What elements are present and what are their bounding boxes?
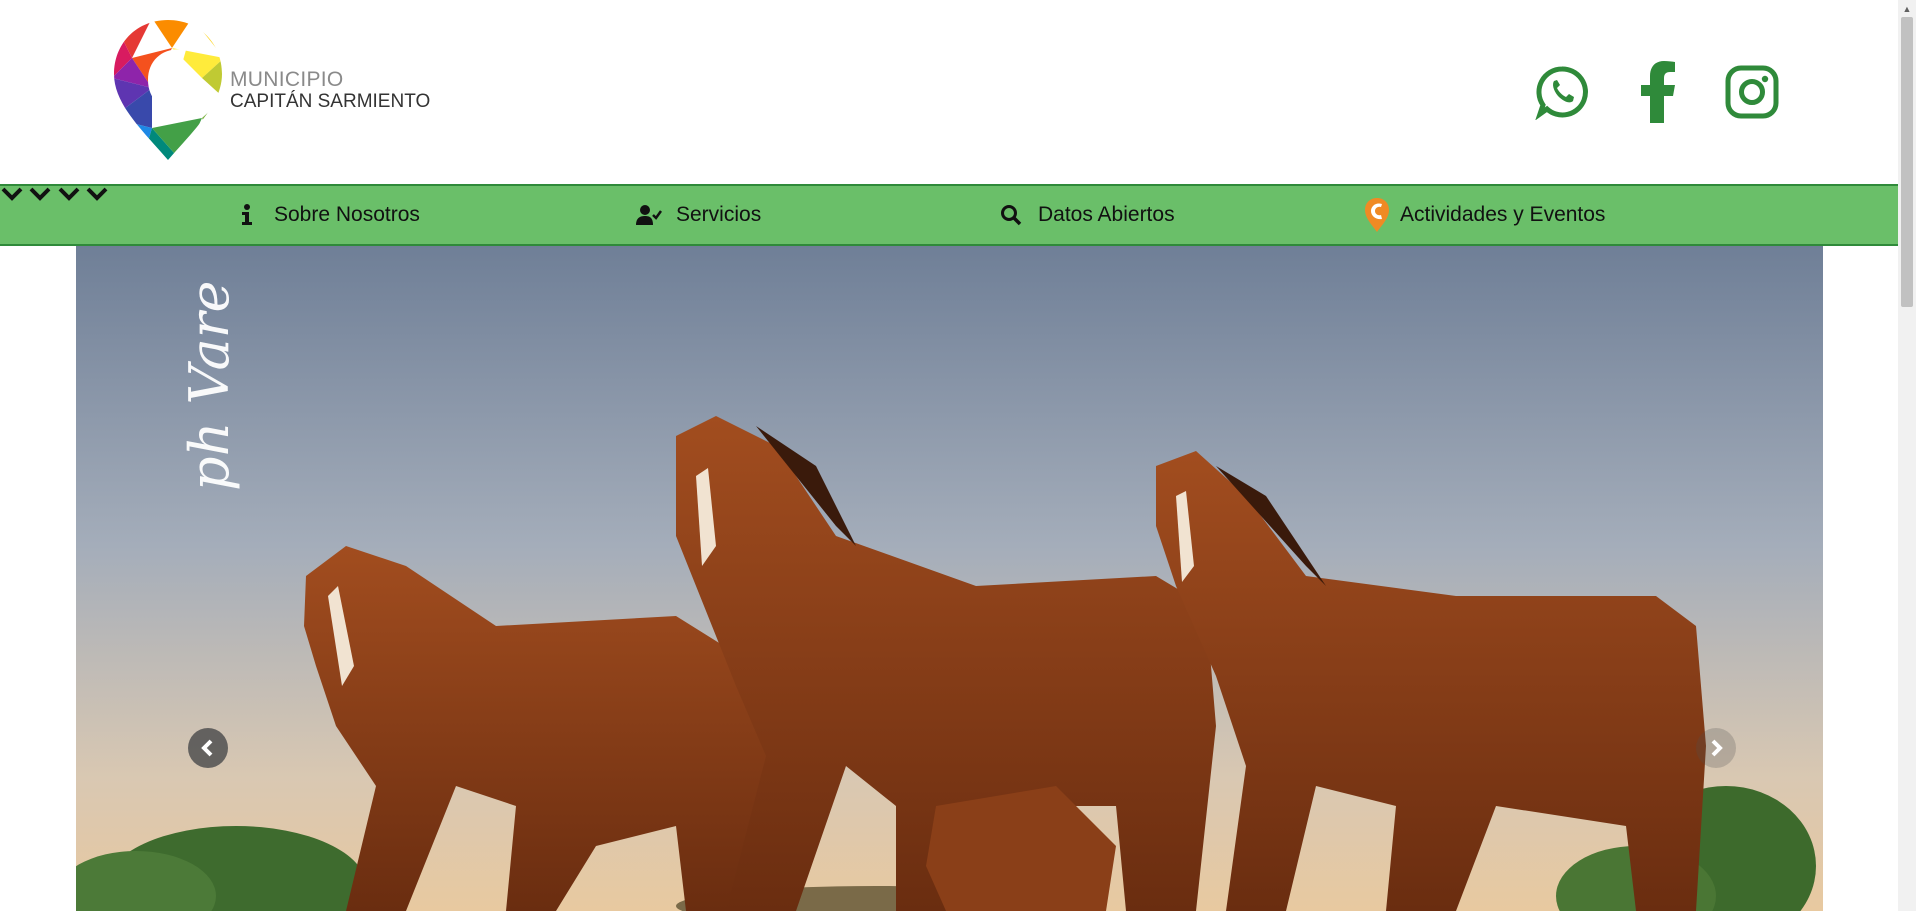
search-icon [998, 202, 1024, 228]
nav-actividades-eventos[interactable]: Actividades y Eventos [1364, 186, 1605, 244]
facebook-link[interactable] [1628, 61, 1688, 123]
nav-servicios[interactable]: Servicios [636, 186, 761, 244]
nav-label: Datos Abiertos [1038, 203, 1175, 226]
logo-mark-icon [1364, 198, 1390, 232]
site-header: MUNICIPIO CAPITÁN SARMIENTO [0, 0, 1898, 184]
instagram-icon [1725, 65, 1779, 119]
main-nav: Sobre Nosotros Servicios Datos Abiertos [0, 184, 1898, 246]
chevron-down-icon[interactable] [85, 187, 109, 206]
logo-mark-icon [114, 20, 222, 160]
whatsapp-icon [1535, 66, 1588, 120]
municipio-logo[interactable] [112, 18, 224, 162]
chevron-right-icon [1711, 739, 1723, 757]
facebook-icon [1641, 61, 1675, 123]
hero-slider: ph Vare [76, 246, 1823, 911]
nav-datos-abiertos[interactable]: Datos Abiertos [998, 186, 1175, 244]
page-scrollbar[interactable]: ▲ [1898, 0, 1916, 911]
scrollbar-thumb[interactable] [1901, 17, 1913, 307]
brand-name[interactable]: MUNICIPIO CAPITÁN SARMIENTO [230, 69, 430, 113]
slider-next-button[interactable] [1696, 728, 1736, 768]
brand-line-1: MUNICIPIO [230, 68, 344, 91]
slider-prev-button[interactable] [188, 728, 228, 768]
nav-sobre-nosotros[interactable]: Sobre Nosotros [234, 186, 420, 244]
info-icon [234, 202, 260, 228]
whatsapp-link[interactable] [1532, 62, 1592, 122]
chevron-down-icon[interactable] [57, 187, 85, 206]
page: MUNICIPIO CAPITÁN SARMIENTO Sobre Nosotr… [0, 0, 1916, 911]
scroll-up-arrow-icon[interactable]: ▲ [1898, 0, 1916, 17]
nav-label: Sobre Nosotros [274, 203, 420, 226]
user-check-icon [636, 202, 662, 228]
chevron-left-icon [201, 739, 213, 757]
hero-image [76, 246, 1823, 911]
photographer-watermark: ph Vare [178, 280, 241, 491]
nav-label: Actividades y Eventos [1400, 203, 1606, 226]
instagram-link[interactable] [1722, 62, 1782, 122]
brand-line-2: CAPITÁN SARMIENTO [230, 91, 431, 112]
chevron-down-icon[interactable] [28, 187, 56, 206]
nav-label: Servicios [676, 203, 762, 226]
chevron-down-icon[interactable] [0, 187, 28, 206]
